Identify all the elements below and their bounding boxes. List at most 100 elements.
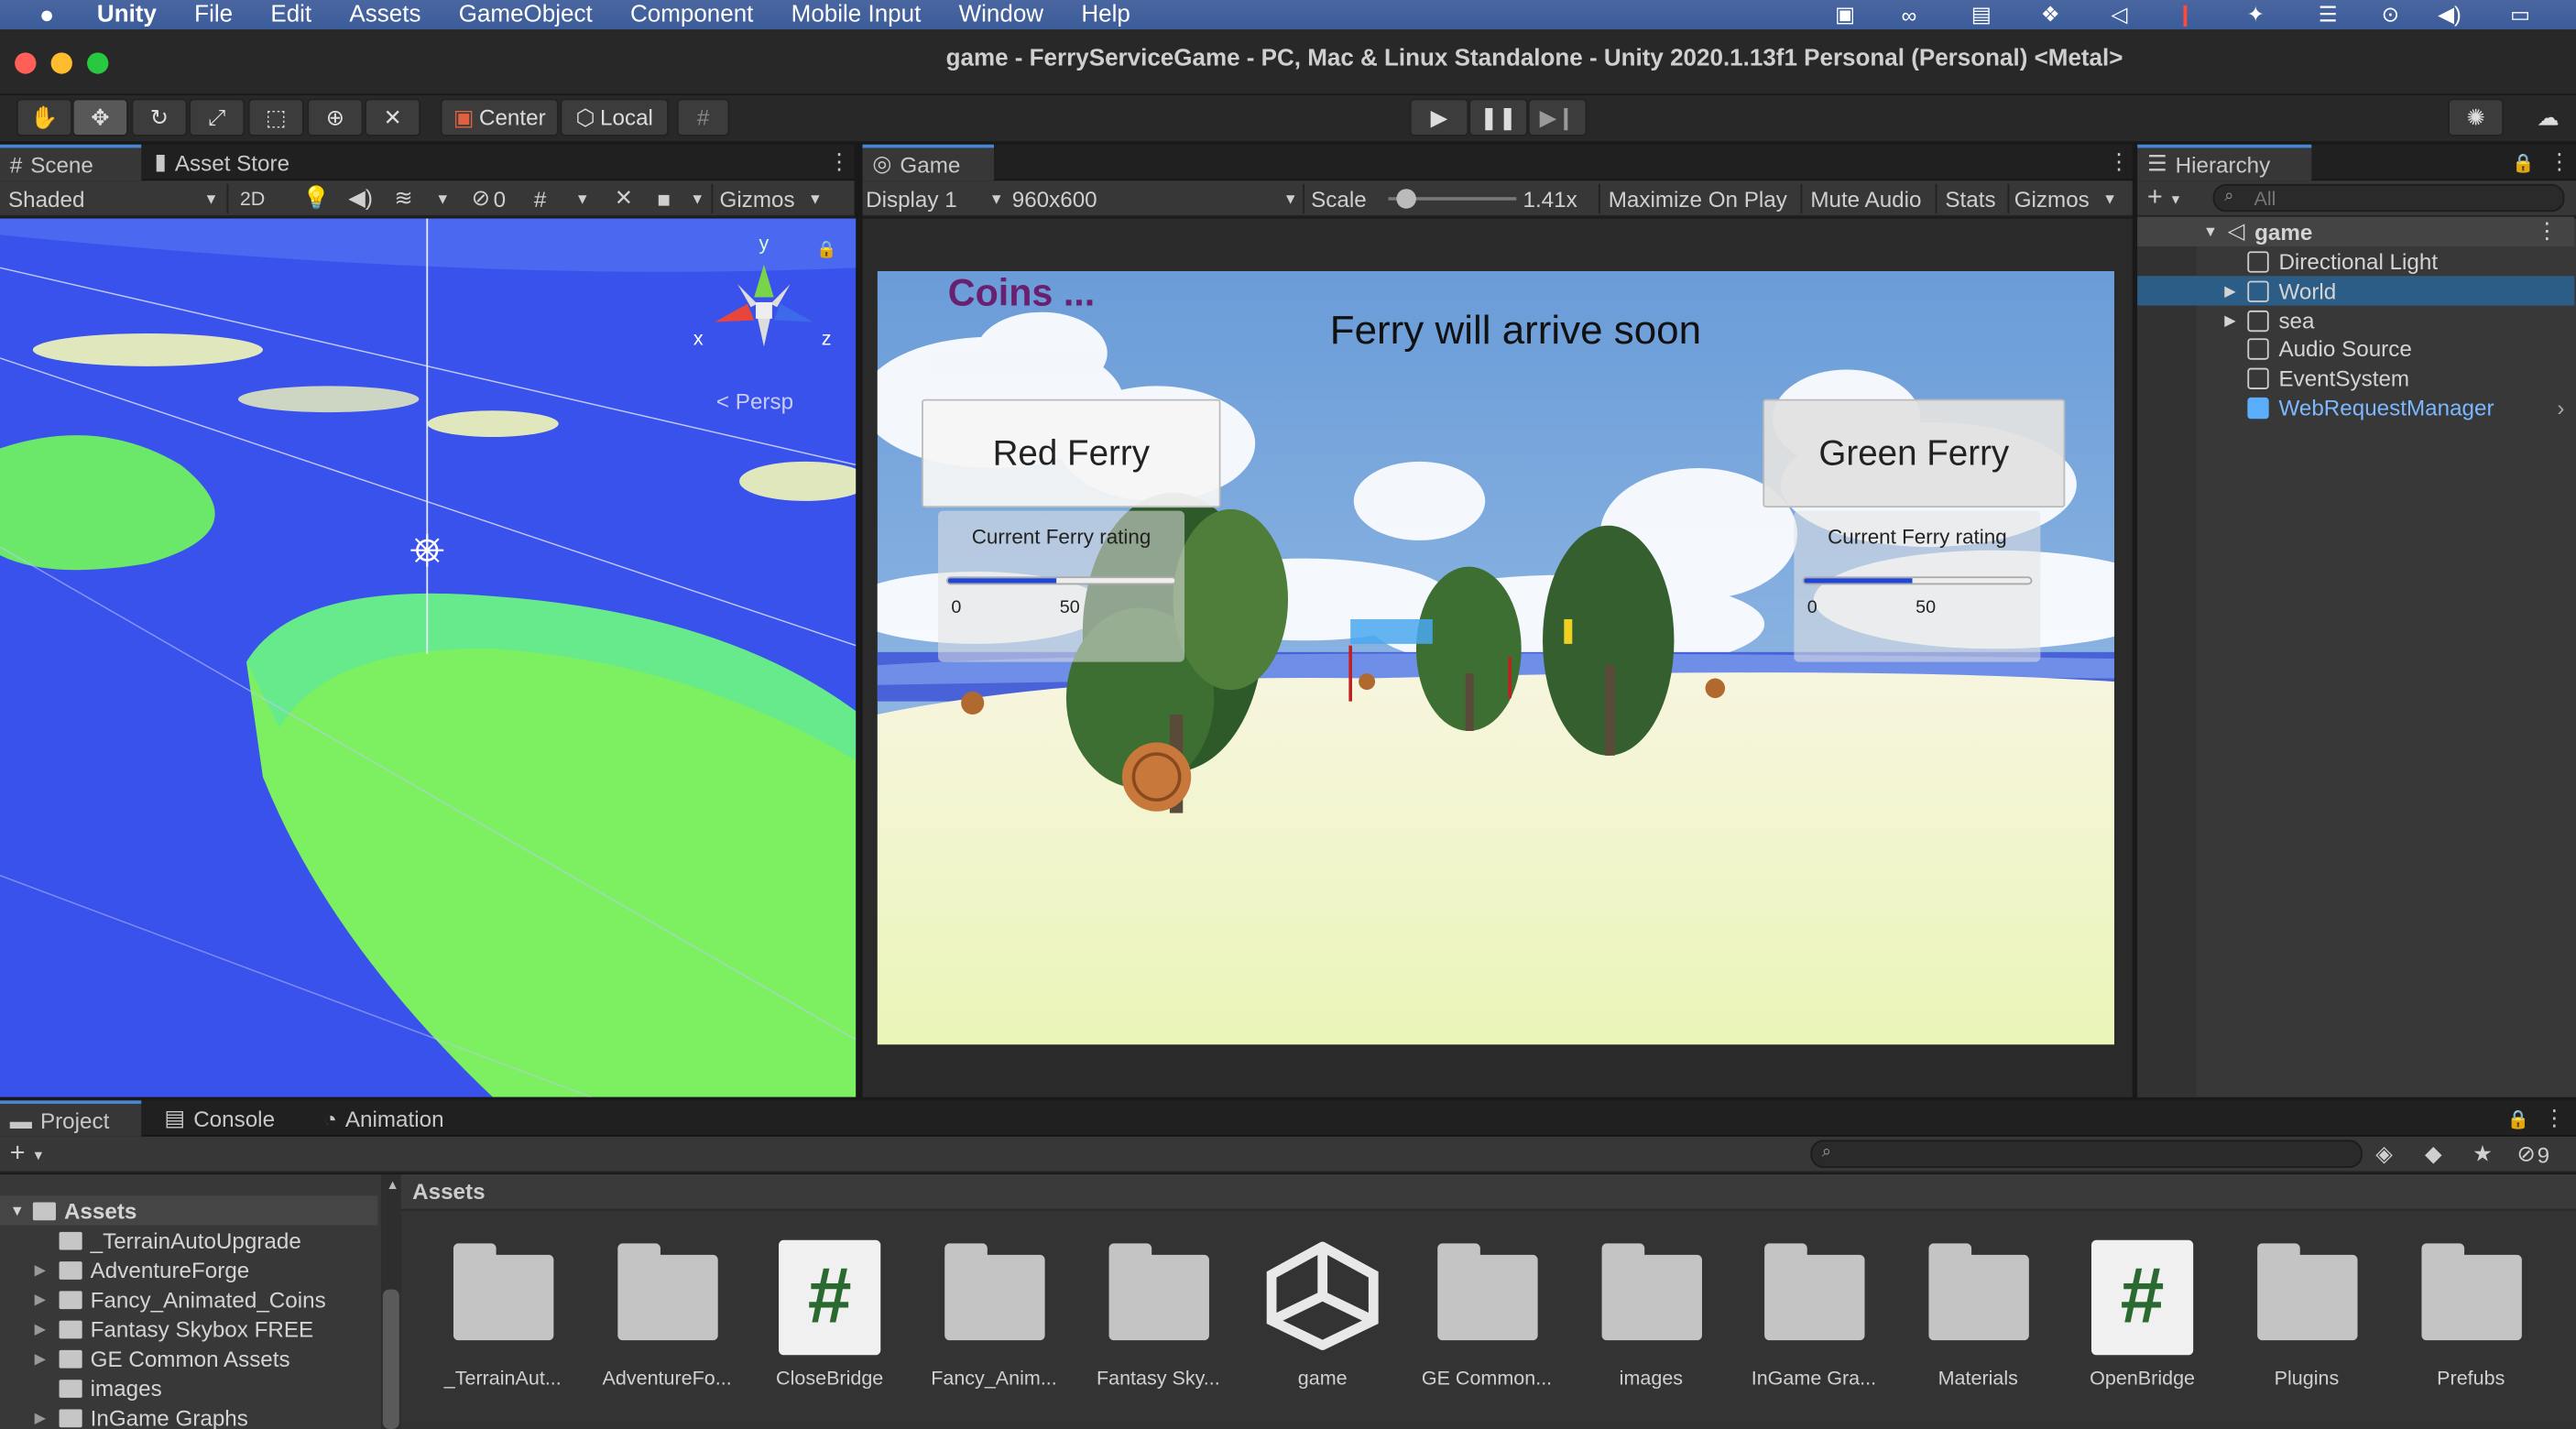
breadcrumb-assets[interactable]: Assets <box>412 1179 485 1204</box>
hierarchy-item-directional-light[interactable]: Directional Light <box>2137 246 2574 276</box>
tab-animation[interactable]: ◔ Animation <box>314 1100 454 1136</box>
tree-item-adventureforge[interactable]: ▶ AdventureForge <box>0 1255 377 1284</box>
step-button[interactable]: ▶❙ <box>1527 98 1588 136</box>
hidden-packages-toggle[interactable]: ⊘ 9 <box>2516 1137 2549 1173</box>
tree-item-ingame-graphs[interactable]: ▶ InGame Graphs <box>0 1402 377 1429</box>
search-by-label-icon[interactable]: ◆ <box>2425 1137 2442 1173</box>
hierarchy-item-world[interactable]: ▶ World <box>2137 276 2575 306</box>
custom-tool-icon[interactable]: ✕ <box>365 98 421 136</box>
mute-audio-toggle[interactable]: Mute Audio <box>1810 180 1921 216</box>
menu-component[interactable]: Component <box>630 0 753 29</box>
maximize-on-play-toggle[interactable]: Maximize On Play <box>1609 180 1787 216</box>
hierarchy-item-webrequestmanager[interactable]: WebRequestManager › <box>2137 393 2574 422</box>
scene-gizmos-dropdown[interactable]: Gizmos ▼ <box>720 180 823 216</box>
rect-tool-icon[interactable]: ⬚ <box>247 98 304 136</box>
tools-icon[interactable]: ✕ <box>615 180 633 216</box>
tray-icon[interactable]: ☰ <box>2309 0 2348 29</box>
tree-item-fancy-animated-coins[interactable]: ▶ Fancy_Animated_Coins <box>0 1284 377 1314</box>
effects-layers-icon[interactable]: ≋ <box>394 180 412 216</box>
game-gizmos-dropdown[interactable]: Gizmos ▼ <box>2014 180 2117 216</box>
menu-file[interactable]: File <box>194 0 233 29</box>
game-viewport[interactable]: Coins ... Ferry will arrive soon Red Fer… <box>877 270 2115 1045</box>
collab-settings-icon[interactable]: ✺ <box>2448 98 2505 136</box>
evernote-icon[interactable]: ✦ <box>2238 0 2274 29</box>
tab-scene[interactable]: # Scene <box>0 144 142 181</box>
hierarchy-item-eventsystem[interactable]: EventSystem <box>2137 363 2574 392</box>
scene-orientation-gizmo[interactable] <box>698 248 846 371</box>
lock-icon[interactable]: 🔒 <box>816 242 836 260</box>
lighting-bulb-icon[interactable]: 💡 <box>302 180 330 216</box>
tab-console[interactable]: ▤ Console <box>155 1100 285 1136</box>
tree-item-assets[interactable]: ▼ Assets <box>0 1195 378 1226</box>
asset-plugins[interactable]: Plugins <box>2232 1235 2380 1415</box>
asset-fancy-animated-coins[interactable]: Fancy_Anim... <box>920 1235 1067 1415</box>
display-dropdown[interactable]: Display 1 ▼ <box>866 180 1004 216</box>
asset-openbridge[interactable]: # OpenBridge <box>2068 1235 2216 1415</box>
stats-toggle[interactable]: Stats <box>1945 180 1995 216</box>
menu-help[interactable]: Help <box>1081 0 1130 29</box>
asset-terrainautoupgrade[interactable]: _TerrainAut... <box>429 1235 576 1415</box>
audio-toggle-icon[interactable]: ◀) <box>348 180 373 216</box>
scene-viewport[interactable]: y x z 🔒 < Persp <box>0 218 857 1097</box>
hierarchy-item-sea[interactable]: ▶ sea <box>2137 306 2574 335</box>
pivot-local-button[interactable]: ⬡ Local <box>560 98 669 136</box>
project-search-input[interactable]: ⌕ <box>1810 1140 2363 1168</box>
scene-menu-icon[interactable]: ⋮ <box>2536 218 2558 245</box>
play-circle-icon[interactable]: ⊙ <box>2374 0 2407 29</box>
menu-app-unity[interactable]: Unity <box>97 0 157 29</box>
cloud-icon[interactable]: ☁ <box>2520 99 2576 136</box>
asset-fantasy-skybox[interactable]: Fantasy Sky... <box>1085 1235 1232 1415</box>
mode-2d-toggle[interactable]: 2D <box>240 180 266 216</box>
rotate-tool-icon[interactable]: ↻ <box>131 98 188 136</box>
tab-project[interactable]: ▬ Project <box>0 1100 142 1137</box>
calendar-icon[interactable]: ▤ <box>1963 0 1999 29</box>
green-ferry-button[interactable]: Green Ferry <box>1763 398 2066 508</box>
perspective-toggle[interactable]: < Persp <box>716 389 793 414</box>
favorites-star-icon[interactable]: ★ <box>2472 1137 2493 1173</box>
asset-adventureforge[interactable]: AdventureFo... <box>593 1235 740 1415</box>
tree-item-terrainautoupgrade[interactable]: _TerrainAutoUpgrade <box>0 1226 377 1255</box>
zoom-window-button[interactable] <box>87 52 109 74</box>
menu-assets[interactable]: Assets <box>349 0 420 29</box>
tree-scrollbar[interactable]: ▲ <box>381 1174 401 1429</box>
chevron-down-icon[interactable]: ▼ <box>435 180 450 216</box>
red-ferry-button[interactable]: Red Ferry <box>922 398 1221 508</box>
menu-gameobject[interactable]: GameObject <box>459 0 593 29</box>
menu-window[interactable]: Window <box>959 0 1044 29</box>
tree-item-fantasy-skybox[interactable]: ▶ Fantasy Skybox FREE <box>0 1314 377 1343</box>
creative-cloud-icon[interactable]: ∞ <box>1889 0 1928 29</box>
hierarchy-scene-root[interactable]: ▼ ◁ game ⋮ <box>2137 216 2575 246</box>
shading-mode-dropdown[interactable]: Shaded ▼ <box>8 180 219 216</box>
hierarchy-menu-icon[interactable]: ⋮ <box>2538 145 2576 180</box>
asset-closebridge[interactable]: # CloseBridge <box>756 1235 903 1415</box>
move-tool-icon[interactable]: ✥ <box>71 98 128 136</box>
chevron-right-icon[interactable]: › <box>2557 395 2564 420</box>
tab-game[interactable]: ◎ Game <box>862 144 995 181</box>
asset-prefubs[interactable]: Prefubs <box>2397 1235 2545 1415</box>
asset-ingame-graphs[interactable]: InGame Gra... <box>1740 1235 1887 1415</box>
transform-tool-icon[interactable]: ⊕ <box>307 98 364 136</box>
facetime-icon[interactable]: ▣ <box>1828 0 1861 29</box>
tab-hierarchy[interactable]: ☰ Hierarchy <box>2137 144 2312 181</box>
tree-item-images[interactable]: images <box>0 1373 377 1402</box>
tree-scrollbar-thumb[interactable] <box>382 1289 399 1429</box>
search-by-type-icon[interactable]: ◈ <box>2375 1137 2393 1173</box>
camera-icon[interactable]: ■ <box>657 180 671 216</box>
tree-item-ge-common-assets[interactable]: ▶ GE Common Assets <box>0 1344 377 1373</box>
tab-asset-store[interactable]: ▮ Asset Store <box>145 145 325 180</box>
vscode-icon[interactable]: ◁ <box>2103 0 2136 29</box>
dropbox-icon[interactable]: ❖ <box>2032 0 2068 29</box>
resolution-dropdown[interactable]: 960x600 ▼ <box>1012 180 1298 216</box>
grid-visibility-icon[interactable]: # <box>534 180 546 216</box>
hidden-objects-toggle[interactable]: ⊘ 0 <box>472 180 506 216</box>
asset-images[interactable]: images <box>1577 1235 1725 1415</box>
hierarchy-search-input[interactable]: ⌕ All <box>2212 183 2565 213</box>
volume-icon[interactable]: ◀) <box>2431 0 2467 29</box>
minimize-window-button[interactable] <box>50 52 72 74</box>
scale-slider-handle[interactable] <box>1396 189 1416 209</box>
chevron-down-icon[interactable]: ▼ <box>690 180 704 216</box>
apple-icon[interactable]: ● <box>39 1 54 28</box>
scale-tool-icon[interactable]: ⤢ <box>189 98 246 136</box>
scroll-up-icon[interactable]: ▲ <box>386 1178 398 1193</box>
menu-mobile-input[interactable]: Mobile Input <box>791 0 922 29</box>
